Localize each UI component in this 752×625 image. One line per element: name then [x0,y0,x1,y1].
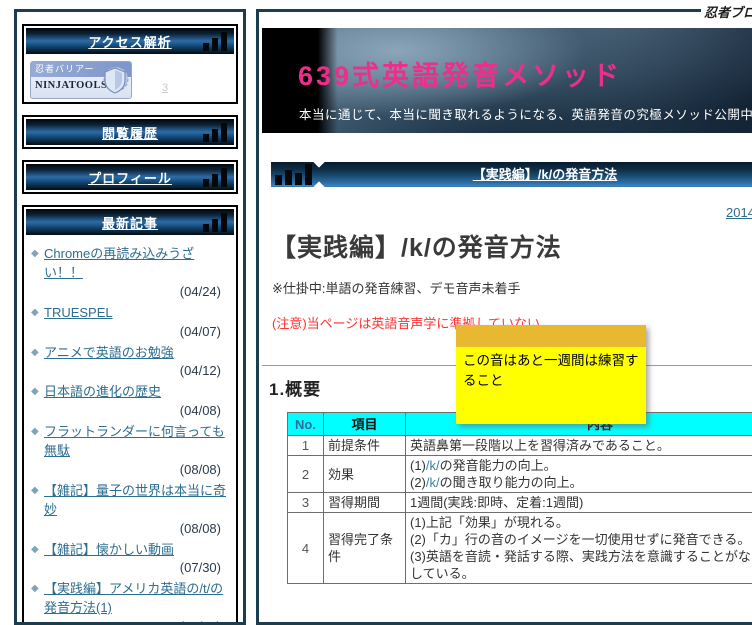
recent-article-link[interactable]: 【実践編】アメリカ英語の/t/の発音方法(1) [44,581,223,615]
content-text: (2) [410,475,426,490]
row-no: 4 [288,513,324,584]
table-row: 4 習得完了条件 (1)上記「効果」が現れる。 (2)「カ」行の音のイメージを一… [288,513,752,584]
table-row: 1 前提条件 英語鼻第一段階以上を習得済みであること。 [288,436,752,456]
diamond-bullet-icon: ◆ [31,582,39,597]
blog-title: 639式英語発音メソッド [298,54,622,93]
bar-chart-icon [200,168,227,187]
sidebar-frame: アクセス解析 忍者バリアー NINJATOOLS 3 [14,9,246,625]
history-title[interactable]: 閲覧履歴 [102,123,158,142]
recent-article-date: (07/29) [29,618,231,625]
diamond-bullet-icon: ◆ [31,385,39,400]
recent-articles-list: ◆ Chromeの再読み込みうざい！！ (04/24) ◆ TRUESPEL (… [24,237,236,625]
recent-article-date: (04/12) [29,362,231,383]
overview-heading: 1.概要 [269,375,321,400]
list-item: ◆ 【雑記】懐かしい動画 [29,541,231,560]
k-phoneme-link[interactable]: /k/ [426,475,440,490]
recent-article-date: (04/24) [29,283,231,304]
list-item: ◆ フラットランダーに何言っても無駄 [29,423,231,461]
bar-chart-icon [200,32,227,51]
recent-articles-title[interactable]: 最新記事 [102,213,158,232]
diamond-bullet-icon: ◆ [31,247,39,262]
profile-title[interactable]: プロフィール [88,168,172,187]
bar-chart-icon [200,213,227,232]
column-header-item: 項目 [324,413,406,436]
list-item: ◆ Chromeの再読み込みうざい！！ [29,245,231,283]
list-item: ◆ アニメで英語のお勉強 [29,344,231,363]
shield-icon [100,64,130,95]
recent-article-link[interactable]: 日本語の進化の歴史 [44,384,161,399]
access-analysis-content: 忍者バリアー NINJATOOLS 3 [24,56,236,102]
entry-nav-title-link[interactable]: 【実践編】/k/の発音方法 [271,162,752,187]
visitor-counter[interactable]: 3 [162,82,168,94]
row-item: 習得完了条件 [324,513,406,584]
row-item: 前提条件 [324,436,406,456]
content-line: (3)英語を音読・発話する際、実践方法を意識することがなくなるまで [410,548,752,565]
recent-article-link[interactable]: アニメで英語のお勉強 [44,345,174,360]
row-content: 1週間(実践:即時、定着:1週間) [406,493,752,513]
main-content-frame: 639式英語発音メソッド 本当に通じて、本当に聞き取れるようになる、英語発音の究… [256,9,752,625]
k-phoneme-link[interactable]: /k/ [426,458,440,473]
access-analysis-title[interactable]: アクセス解析 [88,32,171,51]
recent-articles-header: 最新記事 [26,209,234,235]
content-line: (2)「カ」行の音のイメージを一切使用せずに発音できる。 [410,531,752,548]
column-header-no: No. [288,413,324,436]
section-history: 閲覧履歴 [22,115,238,149]
entry-nav-bar: 【実践編】/k/の発音方法 [271,162,752,187]
profile-header: プロフィール [26,164,234,190]
recent-article-link[interactable]: フラットランダーに何言っても無駄 [44,424,225,458]
list-item: ◆ 【実践編】アメリカ英語の/t/の発音方法(1) [29,580,231,618]
overview-table: No. 項目 内容 1 前提条件 英語鼻第一段階以上を習得済みであること。 2 … [287,412,752,584]
list-item: ◆ 日本語の進化の歴史 [29,383,231,402]
row-no: 2 [288,456,324,493]
section-access-analysis: アクセス解析 忍者バリアー NINJATOOLS 3 [22,24,238,104]
sticky-note-tooltip: この音はあと一週間は練習すること [456,325,646,424]
blog-subtitle: 本当に通じて、本当に聞き取れるようになる、英語発音の究極メソッド公開中！ [299,104,752,123]
recent-article-date: (08/08) [29,520,231,541]
ninja-blog-brand[interactable]: 忍者ブログ [701,2,752,21]
diamond-bullet-icon: ◆ [31,306,39,321]
section-profile: プロフィール [22,160,238,194]
row-content: (1)/k/の発音能力の向上。 (2)/k/の聞き取り能力の向上。 [406,456,752,493]
content-line: (1)上記「効果」が現れる。 [410,514,752,531]
section-recent-articles: 最新記事 ◆ Chromeの再読み込みうざい！！ (04/24) ◆ TRUES… [22,205,238,625]
bar-chart-icon [275,164,315,185]
content-text: の発音能力の向上。 [440,458,557,473]
entry-title: 【実践編】/k/の発音方法 [271,228,562,264]
table-row: 2 効果 (1)/k/の発音能力の向上。 (2)/k/の聞き取り能力の向上。 [288,456,752,493]
diamond-bullet-icon: ◆ [31,346,39,361]
status-note: ※仕掛中:単語の発音練習、デモ音声未着手 [272,278,521,297]
entry-date-link[interactable]: 2014 [726,205,752,220]
diamond-bullet-icon: ◆ [31,425,39,440]
history-header: 閲覧履歴 [26,119,234,145]
row-item: 効果 [324,456,406,493]
recent-article-link[interactable]: TRUESPEL [44,305,113,320]
diamond-bullet-icon: ◆ [31,543,39,558]
access-analysis-header: アクセス解析 [26,28,234,54]
recent-article-date: (07/30) [29,559,231,580]
sticky-note-header [456,325,646,347]
row-content: (1)上記「効果」が現れる。 (2)「カ」行の音のイメージを一切使用せずに発音で… [406,513,752,584]
recent-article-link[interactable]: 【雑記】量子の世界は本当に奇妙 [44,483,226,517]
content-text: (1) [410,458,426,473]
content-line: している。 [410,565,752,582]
sticky-note-text: この音はあと一週間は練習すること [456,347,646,424]
recent-article-link[interactable]: Chromeの再読み込みうざい！！ [44,246,194,280]
recent-article-date: (08/08) [29,461,231,482]
table-row: 3 習得期間 1週間(実践:即時、定着:1週間) [288,493,752,513]
content-text: の聞き取り能力の向上。 [440,475,583,490]
list-item: ◆ 【雑記】量子の世界は本当に奇妙 [29,482,231,520]
row-no: 3 [288,493,324,513]
row-content: 英語鼻第一段階以上を習得済みであること。 [406,436,752,456]
diamond-bullet-icon: ◆ [31,484,39,499]
ninja-tools-badge[interactable]: 忍者バリアー NINJATOOLS [30,61,132,99]
blog-header-banner[interactable]: 639式英語発音メソッド 本当に通じて、本当に聞き取れるようになる、英語発音の究… [262,28,752,133]
recent-article-link[interactable]: 【雑記】懐かしい動画 [44,542,174,557]
row-item: 習得期間 [324,493,406,513]
bar-chart-icon [200,123,227,142]
recent-article-date: (04/07) [29,323,231,344]
row-no: 1 [288,436,324,456]
list-item: ◆ TRUESPEL [29,304,231,323]
recent-article-date: (04/08) [29,402,231,423]
